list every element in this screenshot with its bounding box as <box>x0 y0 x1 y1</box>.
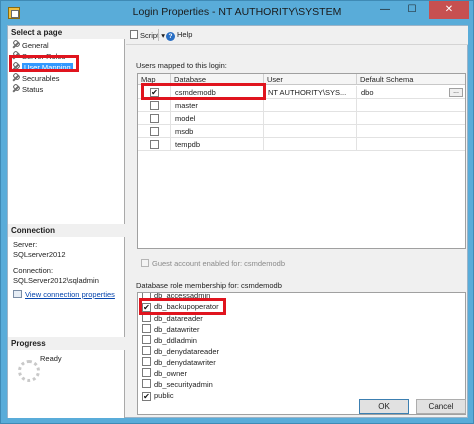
role-label: db_denydatawriter <box>154 358 216 367</box>
role-label: db_ddladmin <box>154 336 197 345</box>
role-checkbox[interactable] <box>142 324 151 333</box>
schema-browse-button[interactable]: ... <box>449 88 463 97</box>
page-general-label: General <box>22 41 49 50</box>
wrench-icon <box>12 41 20 49</box>
page-status[interactable]: Status <box>12 84 43 95</box>
toolbar: Script ▾ ? Help <box>126 26 468 44</box>
ok-button[interactable]: OK <box>359 399 409 414</box>
role-item[interactable]: db_owner <box>142 368 187 379</box>
user-cell[interactable] <box>264 112 357 125</box>
wrench-icon <box>12 74 20 82</box>
server-label: Server: <box>13 240 38 249</box>
view-connection-link[interactable]: View connection properties <box>13 290 115 300</box>
guest-checkbox <box>141 259 149 267</box>
user-cell[interactable] <box>264 99 357 112</box>
page-securables-label: Securables <box>22 74 60 83</box>
highlight-user-mapping <box>9 55 79 72</box>
help-button[interactable]: ? Help <box>166 30 192 41</box>
role-checkbox[interactable] <box>142 335 151 344</box>
role-label: db_datawriter <box>154 325 200 334</box>
map-checkbox-tempdb[interactable] <box>150 140 159 149</box>
role-checkbox[interactable] <box>142 357 151 366</box>
progress-header: Progress <box>8 337 125 350</box>
map-checkbox-model[interactable] <box>150 114 159 123</box>
database-cell[interactable]: msdb <box>171 125 264 138</box>
role-checkbox[interactable] <box>142 379 151 388</box>
role-label: db_datareader <box>154 314 203 323</box>
guest-label: Guest account enabled for: csmdemodb <box>152 259 285 268</box>
column-header-default-schema[interactable]: Default Schema <box>357 74 465 85</box>
role-label: db_owner <box>154 369 187 378</box>
server-value: SQLserver2012 <box>13 250 66 259</box>
role-item[interactable]: db_securityadmin <box>142 379 213 390</box>
role-item[interactable]: db_denydatawriter <box>142 357 216 368</box>
user-cell[interactable] <box>264 125 357 138</box>
connection-header: Connection <box>8 224 125 237</box>
role-item[interactable]: db_datawriter <box>142 324 199 335</box>
connection-value: SQLServer2012\sqladmin <box>13 276 99 285</box>
highlight-csmdemodb-row <box>141 83 266 100</box>
role-label: db_denydatareader <box>154 347 220 356</box>
role-label: db_securityadmin <box>154 380 213 389</box>
role-checkbox[interactable] <box>142 368 151 377</box>
help-icon: ? <box>166 32 175 41</box>
map-checkbox-msdb[interactable] <box>150 127 159 136</box>
schema-cell[interactable] <box>357 125 465 138</box>
role-label: public <box>154 391 174 400</box>
role-checkbox[interactable]: ✔ <box>142 392 151 401</box>
properties-icon <box>13 290 22 298</box>
minimize-button[interactable]: — <box>372 1 398 19</box>
schema-cell[interactable] <box>357 138 465 151</box>
database-cell[interactable]: tempdb <box>171 138 264 151</box>
help-label: Help <box>177 30 193 39</box>
select-page-header: Select a page <box>8 26 125 39</box>
role-item[interactable]: db_denydatareader <box>142 346 219 357</box>
highlight-backupoperator <box>139 298 226 315</box>
wrench-icon <box>12 85 20 93</box>
toolbar-separator <box>158 29 159 41</box>
role-membership-list: db_accessadmin ✔ db_backupoperator db_dat… <box>137 292 466 415</box>
schema-cell[interactable] <box>357 112 465 125</box>
role-membership-label: Database role membership for: csmdemodb <box>136 281 282 290</box>
page-selector-pane: Select a page General Server Roles User … <box>8 26 125 418</box>
cancel-button[interactable]: Cancel <box>416 399 466 414</box>
connection-label: Connection: <box>13 266 54 275</box>
role-item[interactable]: db_ddladmin <box>142 335 197 346</box>
page-general[interactable]: General <box>12 40 49 51</box>
toolbar-divider <box>126 44 468 45</box>
script-label: Script <box>140 31 160 40</box>
progress-status: Ready <box>40 354 62 363</box>
title-bar[interactable]: Login Properties - NT AUTHORITY\SYSTEM —… <box>1 1 473 25</box>
role-item[interactable]: ✔ public <box>142 390 174 401</box>
close-button[interactable]: ✕ <box>429 1 469 19</box>
users-mapped-label: Users mapped to this login: <box>136 61 227 70</box>
user-cell[interactable]: NT AUTHORITY\SYS... <box>264 86 357 99</box>
maximize-button[interactable]: ☐ <box>399 1 425 19</box>
guest-account-option: Guest account enabled for: csmdemodb <box>141 259 285 268</box>
login-properties-window: Login Properties - NT AUTHORITY\SYSTEM —… <box>0 0 474 424</box>
page-status-label: Status <box>22 85 44 94</box>
progress-spinner-icon <box>18 360 40 382</box>
user-mapping-grid: Map Database User Default Schema ✔ csmde… <box>137 73 466 249</box>
schema-cell[interactable] <box>357 99 465 112</box>
script-icon <box>130 30 138 39</box>
map-checkbox-master[interactable] <box>150 101 159 110</box>
role-checkbox[interactable] <box>142 346 151 355</box>
script-button[interactable]: Script ▾ <box>130 30 165 40</box>
page-securables[interactable]: Securables <box>12 73 60 84</box>
dialog-client: Select a page General Server Roles User … <box>7 25 468 418</box>
view-connection-link-text: View connection properties <box>25 290 115 299</box>
column-header-user[interactable]: User <box>264 74 357 85</box>
database-cell[interactable]: model <box>171 112 264 125</box>
user-cell[interactable] <box>264 138 357 151</box>
database-cell[interactable]: master <box>171 99 264 112</box>
